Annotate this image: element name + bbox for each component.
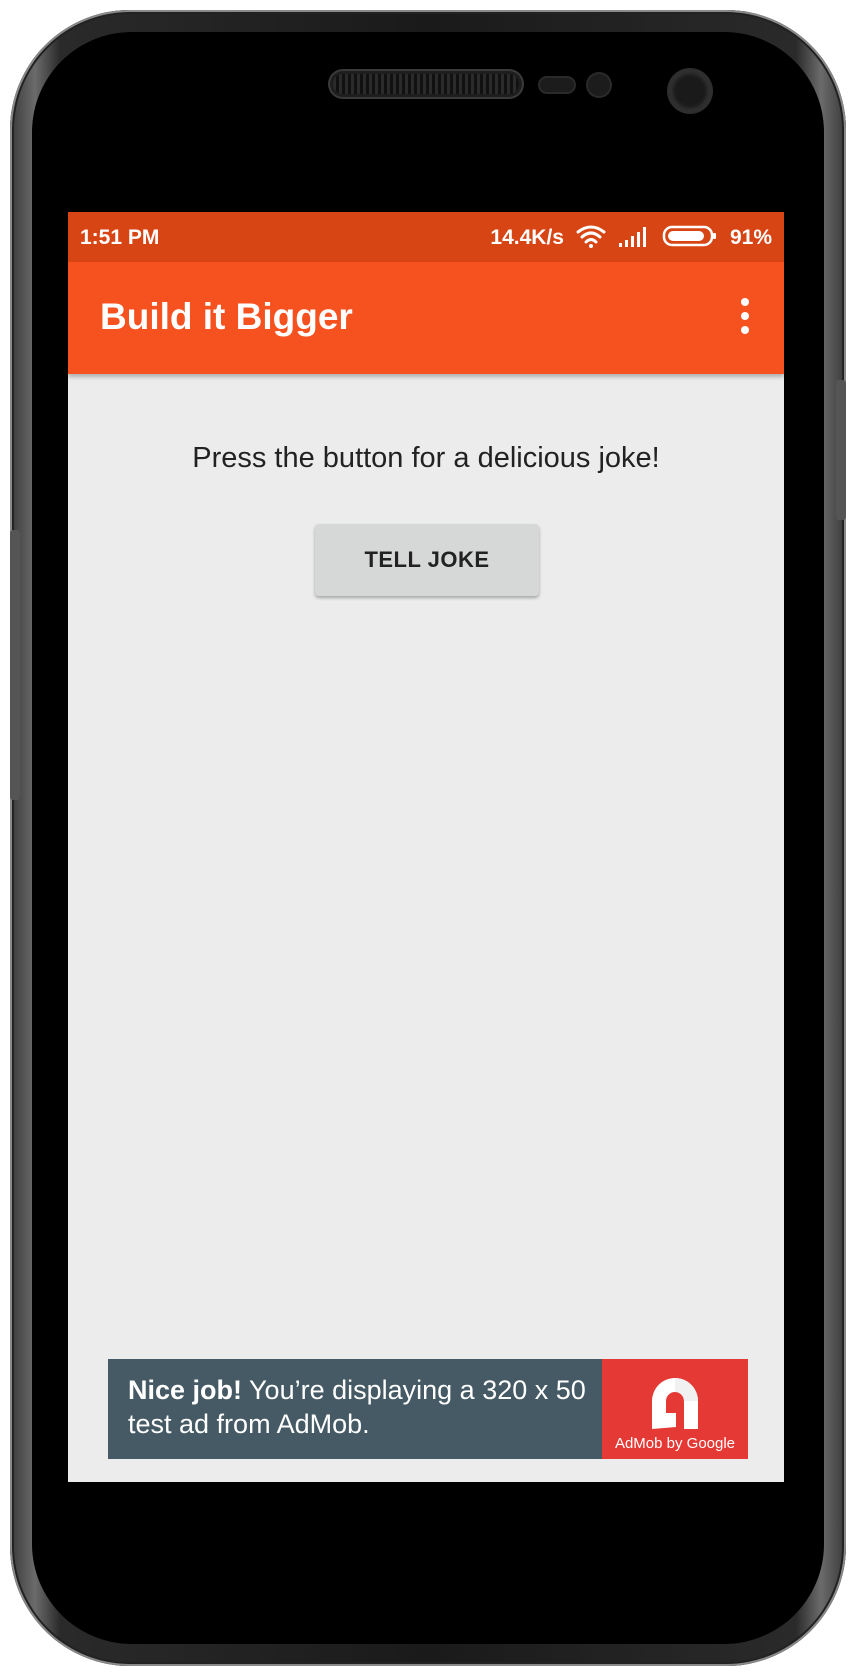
tell-joke-button[interactable]: TELL JOKE xyxy=(315,524,539,596)
status-bar: 1:51 PM 14.4K/s 91% xyxy=(68,212,784,262)
power-button xyxy=(836,380,846,520)
app-bar: Build it Bigger xyxy=(68,262,784,374)
overflow-menu-icon[interactable] xyxy=(740,298,750,338)
ad-brand-label: AdMob by Google xyxy=(614,1435,736,1452)
signal-icon xyxy=(618,227,646,247)
joke-prompt: Press the button for a delicious joke! xyxy=(192,442,660,474)
volume-button xyxy=(10,530,20,800)
ad-banner[interactable]: Nice job! You’re displaying a 320 x 50 t… xyxy=(108,1359,748,1459)
admob-icon xyxy=(652,1378,698,1429)
ad-headline: Nice job! xyxy=(128,1375,243,1405)
wifi-icon xyxy=(576,225,606,248)
status-time: 1:51 PM xyxy=(80,226,160,249)
admob-logo: AdMob by Google xyxy=(602,1359,748,1459)
battery-icon xyxy=(662,225,716,247)
screen: 1:51 PM 14.4K/s 91% Build it Bigger Pres… xyxy=(68,212,784,1482)
ad-text: Nice job! You’re displaying a 320 x 50 t… xyxy=(128,1373,598,1441)
status-indicators: 14.4K/s 91% xyxy=(490,225,772,250)
proximity-sensor xyxy=(540,78,574,92)
earpiece-speaker xyxy=(333,74,519,94)
light-sensor xyxy=(588,74,610,96)
network-speed: 14.4K/s xyxy=(490,226,564,249)
app-title: Build it Bigger xyxy=(100,296,353,337)
front-camera xyxy=(671,72,709,110)
battery-percent: 91% xyxy=(729,226,772,249)
